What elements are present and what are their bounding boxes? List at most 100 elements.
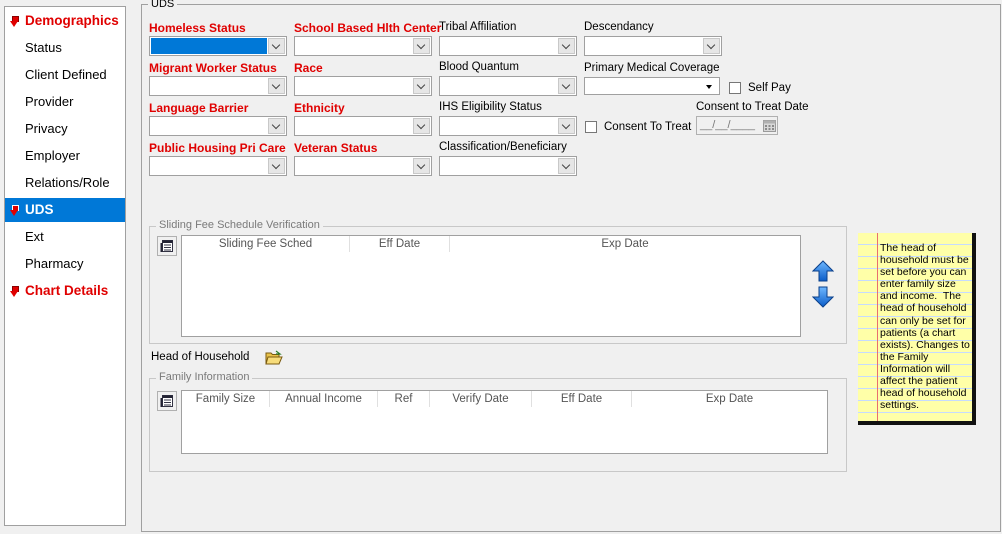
sidebar-item-label: UDS xyxy=(25,202,54,217)
selected-value xyxy=(296,78,412,94)
sidebar-item-chart-details[interactable]: Chart Details xyxy=(5,279,125,303)
sidebar-item-demographics[interactable]: Demographics xyxy=(5,9,125,33)
language-barrier-select[interactable] xyxy=(149,116,287,136)
descendancy-select[interactable] xyxy=(584,36,722,56)
column-header[interactable]: Eff Date xyxy=(350,236,450,252)
consent-date-label: Consent to Treat Date xyxy=(696,101,809,113)
veteran-status-select[interactable] xyxy=(294,156,432,176)
sidebar-item-ext[interactable]: Ext xyxy=(5,225,125,249)
classification-select[interactable] xyxy=(439,156,577,176)
sidebar-item-relations-role[interactable]: Relations/Role xyxy=(5,171,125,195)
school-based-select[interactable] xyxy=(294,36,432,56)
selected-value xyxy=(296,38,412,54)
sidebar-item-client-defined[interactable]: Client Defined xyxy=(5,63,125,87)
chevron-down-icon[interactable] xyxy=(268,78,285,94)
head-of-household-label: Head of Household xyxy=(151,351,250,363)
column-header[interactable]: Annual Income xyxy=(270,391,378,407)
ihs-eligibility-select[interactable] xyxy=(439,116,577,136)
sidebar-item-pharmacy[interactable]: Pharmacy xyxy=(5,252,125,276)
veteran-status-label: Veteran Status xyxy=(294,141,378,155)
note-margin-line xyxy=(877,233,878,421)
language-barrier-label: Language Barrier xyxy=(149,101,249,115)
sidebar-item-employer[interactable]: Employer xyxy=(5,144,125,168)
chevron-down-icon[interactable] xyxy=(413,38,430,54)
chevron-down-icon[interactable] xyxy=(558,38,575,54)
race-label: Race xyxy=(294,61,323,75)
move-up-button[interactable] xyxy=(810,258,834,282)
family-info-title: Family Information xyxy=(156,371,253,383)
note-text: The head of household must be set before… xyxy=(880,242,970,412)
selected-value xyxy=(151,38,267,54)
column-header[interactable]: Ref xyxy=(378,391,430,407)
chevron-down-icon[interactable] xyxy=(413,118,430,134)
selected-value xyxy=(586,38,702,54)
column-header[interactable]: Exp Date xyxy=(450,236,800,252)
primary-medical-coverage-select[interactable] xyxy=(584,77,720,95)
head-of-household-lookup-button[interactable] xyxy=(263,348,283,368)
sidebar-item-provider[interactable]: Provider xyxy=(5,90,125,114)
sidebar-item-label: Ext xyxy=(25,229,44,244)
migrant-worker-label: Migrant Worker Status xyxy=(149,61,277,75)
move-down-button[interactable] xyxy=(810,284,834,308)
sidebar-item-label: Relations/Role xyxy=(25,175,110,190)
chevron-down-icon[interactable] xyxy=(558,118,575,134)
sidebar-item-label: Privacy xyxy=(25,121,68,136)
column-header[interactable]: Verify Date xyxy=(430,391,532,407)
head-of-household-note: The head of household must be set before… xyxy=(858,233,976,425)
sidebar-item-label: Provider xyxy=(25,94,74,109)
sidebar-item-uds[interactable]: UDS xyxy=(5,198,125,222)
expand-arrow-icon xyxy=(10,205,19,216)
column-header[interactable]: Exp Date xyxy=(632,391,827,407)
classification-label: Classification/Beneficiary xyxy=(439,141,567,153)
grid-menu-icon xyxy=(160,240,173,252)
race-select[interactable] xyxy=(294,76,432,96)
column-header[interactable]: Sliding Fee Sched xyxy=(182,236,350,252)
selected-value xyxy=(441,118,557,134)
chevron-down-icon[interactable] xyxy=(558,158,575,174)
blood-quantum-select[interactable] xyxy=(439,76,577,96)
ihs-eligibility-label: IHS Eligibility Status xyxy=(439,101,542,113)
chevron-down-icon[interactable] xyxy=(413,158,430,174)
family-info-grid[interactable]: Family Size Annual Income Ref Verify Dat… xyxy=(181,390,828,454)
homeless-status-select[interactable] xyxy=(149,36,287,56)
selected-value xyxy=(441,158,557,174)
self-pay-checkbox[interactable] xyxy=(729,82,741,94)
primary-medical-coverage-label: Primary Medical Coverage xyxy=(584,62,720,74)
ethnicity-select[interactable] xyxy=(294,116,432,136)
chevron-down-icon[interactable] xyxy=(413,78,430,94)
tribal-affiliation-label: Tribal Affiliation xyxy=(439,21,517,33)
sidebar-item-label: Demographics xyxy=(25,13,119,28)
sliding-fee-grid[interactable]: Sliding Fee Sched Eff Date Exp Date xyxy=(181,235,801,337)
chevron-down-icon[interactable] xyxy=(268,118,285,134)
chevron-down-icon[interactable] xyxy=(268,158,285,174)
sidebar-item-label: Employer xyxy=(25,148,80,163)
ethnicity-label: Ethnicity xyxy=(294,101,345,115)
open-folder-icon xyxy=(265,350,283,365)
tribal-affiliation-select[interactable] xyxy=(439,36,577,56)
chevron-down-icon[interactable] xyxy=(268,38,285,54)
chevron-down-icon[interactable] xyxy=(703,38,720,54)
selected-value xyxy=(441,78,557,94)
expand-arrow-icon xyxy=(10,286,19,297)
sidebar-item-label: Client Defined xyxy=(25,67,107,82)
self-pay-label: Self Pay xyxy=(748,82,791,94)
public-housing-select[interactable] xyxy=(149,156,287,176)
dropdown-arrow-icon[interactable] xyxy=(701,79,718,93)
sidebar-item-label: Pharmacy xyxy=(25,256,84,271)
migrant-worker-select[interactable] xyxy=(149,76,287,96)
selected-value xyxy=(586,79,700,93)
column-header[interactable]: Eff Date xyxy=(532,391,632,407)
consent-to-treat-checkbox[interactable] xyxy=(585,121,597,133)
sidebar-item-status[interactable]: Status xyxy=(5,36,125,60)
public-housing-label: Public Housing Pri Care xyxy=(149,141,286,155)
arrow-up-icon xyxy=(812,260,834,282)
calendar-icon[interactable] xyxy=(763,119,776,132)
consent-date-field[interactable]: __/__/____ xyxy=(696,116,778,135)
column-header[interactable]: Family Size xyxy=(182,391,270,407)
sliding-fee-grid-menu-button[interactable] xyxy=(157,236,177,256)
sidebar-item-privacy[interactable]: Privacy xyxy=(5,117,125,141)
chevron-down-icon[interactable] xyxy=(558,78,575,94)
consent-to-treat-label: Consent To Treat xyxy=(604,121,692,133)
family-info-grid-menu-button[interactable] xyxy=(157,391,177,411)
school-based-label: School Based Hlth Center xyxy=(294,21,442,35)
